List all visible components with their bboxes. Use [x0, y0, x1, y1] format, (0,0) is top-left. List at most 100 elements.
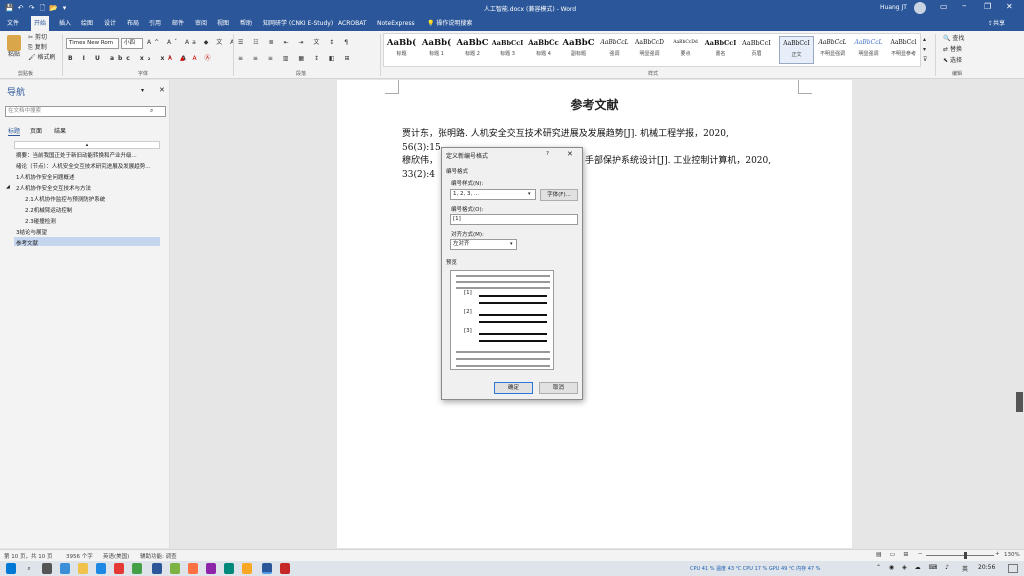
style-intense-emphasis-2[interactable]: AaBbCcL 明显强调 [851, 36, 886, 64]
style-book-title[interactable]: AaBbCcI 書名 [703, 36, 738, 64]
save-icon[interactable]: 💾 [4, 0, 15, 16]
nav-close-icon[interactable]: ✕ [159, 86, 165, 94]
tab-noteexpress[interactable]: NoteExpress [374, 16, 418, 31]
undo-icon[interactable]: ↶ [15, 0, 26, 16]
app-icon[interactable] [188, 563, 198, 574]
search-icon[interactable]: ⌕ [24, 563, 34, 574]
style-heading4[interactable]: AaBbCc 标题 4 [526, 36, 561, 64]
alignment-select[interactable]: 左对齐 [450, 239, 517, 250]
nav-heading-item[interactable]: 1人机协作安全问题概述 [16, 173, 75, 181]
close-icon[interactable]: ✕ [1006, 2, 1013, 11]
folder-icon[interactable] [78, 563, 88, 574]
app-icon[interactable] [170, 563, 180, 574]
vertical-scrollbar[interactable] [1015, 80, 1024, 548]
notification-icon[interactable] [1008, 564, 1018, 573]
nav-heading-item[interactable]: 摘要：当前我国正处于新旧动能转换和产业升级... [16, 151, 162, 159]
style-heading1[interactable]: AaBb(标题 1 [419, 36, 454, 64]
close-icon[interactable]: ✕ [567, 150, 573, 158]
redo-icon[interactable]: ↷ [26, 0, 37, 16]
nav-subheading-item[interactable]: 2.1人机协作监控与预测防护系统 [25, 195, 105, 203]
tab-mailings[interactable]: 邮件 [169, 16, 187, 31]
copy-button[interactable]: ⎘ 复制 [28, 44, 47, 52]
nav-heading-item[interactable]: 2人机协作安全交互技术与方法 [16, 184, 91, 192]
style-subtle-emphasis[interactable]: AaBbCcL 不明显强调 [815, 36, 850, 64]
style-strong[interactable]: AaBbCcDd 要点 [668, 36, 703, 64]
start-icon[interactable] [6, 563, 16, 574]
nav-tab-results[interactable]: 结果 [54, 126, 66, 135]
nav-collapse-bar[interactable]: ▴ [14, 141, 160, 149]
minimize-icon[interactable]: – [962, 1, 967, 11]
user-name[interactable]: Huang JT [880, 4, 907, 11]
tray-icons[interactable]: ⌃ ◉ ◈ ☁ ⌨ ♪ [876, 564, 952, 571]
tab-review[interactable]: 审阅 [192, 16, 210, 31]
zoom-slider[interactable] [926, 555, 994, 556]
style-subtle-reference[interactable]: AaBbCcl 不明显参考 [886, 36, 921, 64]
new-doc-icon[interactable]: 🗋 [37, 0, 48, 16]
zoom-slider-thumb[interactable] [964, 552, 967, 559]
nav-subheading-item[interactable]: 2.2机械臂运动控制 [25, 206, 72, 214]
maximize-icon[interactable]: ❐ [984, 2, 991, 11]
tab-draw[interactable]: 绘图 [78, 16, 96, 31]
open-icon[interactable]: 📂 [48, 0, 59, 16]
number-format-input[interactable]: [1] [450, 214, 578, 225]
edge-icon[interactable] [96, 563, 106, 574]
app-icon[interactable] [280, 563, 290, 574]
word-taskbar-icon[interactable] [262, 563, 272, 574]
style-normal[interactable]: AaBbCcI 正文 [779, 36, 814, 64]
zoom-out-icon[interactable]: − [918, 551, 923, 557]
style-title[interactable]: AaBb(标题 [384, 36, 419, 64]
alignment-buttons[interactable]: ≡ ≡ ≡ ▥ ▦ ↕ ◧ ⊞ [238, 55, 354, 63]
tab-file[interactable]: 文件 [4, 16, 22, 31]
language[interactable]: 英语(美国) [103, 552, 129, 560]
replace-button[interactable]: ⇄ 替换 [943, 46, 962, 54]
nav-options-icon[interactable]: ▾ [141, 87, 144, 94]
collapse-triangle-icon[interactable]: ◢ [6, 184, 10, 190]
share-button[interactable]: ⇪共享 [985, 16, 1008, 31]
page-count[interactable]: 第 10 页，共 10 页 [4, 552, 53, 560]
font-size-buttons[interactable]: A^ Aˇ Aa ◆ 文 A [147, 39, 237, 47]
cancel-button[interactable]: 取消 [539, 382, 578, 394]
style-intense-emphasis[interactable]: AaBbCcD 明显强调 [632, 36, 667, 64]
nav-heading-item[interactable]: 绪论（节点）：人机安全交互技术研究进展及发展趋势... [16, 162, 162, 170]
accessibility[interactable]: 辅助功能: 调查 [140, 552, 177, 560]
search-icon[interactable]: ⌕ [150, 107, 153, 115]
font-size-select[interactable]: 小四 [121, 38, 143, 49]
help-icon[interactable]: ? [546, 151, 549, 157]
word-count[interactable]: 3956 个字 [66, 552, 93, 560]
tab-insert[interactable]: 插入 [56, 16, 74, 31]
app-icon[interactable] [132, 563, 142, 574]
style-header[interactable]: AaBbCcI 页眉 [739, 36, 774, 64]
style-heading3[interactable]: AaBbCcI 标题 3 [490, 36, 525, 64]
zoom-in-icon[interactable]: + [995, 551, 1000, 557]
input-language[interactable]: 英 [962, 564, 968, 573]
select-button[interactable]: ⬉ 选择 [943, 57, 962, 65]
tab-acrobat[interactable]: ACROBAT [335, 16, 370, 31]
style-emphasis[interactable]: AaBbCcL 强调 [597, 36, 632, 64]
paste-button[interactable]: 粘贴 [5, 35, 23, 59]
find-button[interactable]: 🔍 查找 [943, 35, 964, 43]
tab-home[interactable]: 开始 [31, 16, 50, 31]
app-icon[interactable] [242, 563, 252, 574]
task-view-icon[interactable] [42, 563, 52, 574]
style-heading2[interactable]: AaBbC 标题 2 [455, 36, 490, 64]
font-button[interactable]: 字体(F)... [540, 189, 578, 201]
style-subtitle[interactable]: AaBbC 副标题 [561, 36, 596, 64]
clock[interactable]: 20:56 [978, 564, 995, 571]
nav-heading-item[interactable]: 3结论与展望 [16, 228, 47, 236]
app-icon[interactable] [152, 563, 162, 574]
nav-tab-headings[interactable]: 标题 [8, 126, 21, 136]
nav-tab-pages[interactable]: 页面 [30, 126, 42, 135]
nav-heading-item-selected[interactable]: 参考文献 [16, 239, 38, 247]
view-buttons[interactable]: ▤▭⊞ [876, 551, 916, 558]
tab-view[interactable]: 视图 [214, 16, 232, 31]
tab-layout[interactable]: 布局 [124, 16, 142, 31]
tab-help[interactable]: 帮助 [237, 16, 255, 31]
avatar[interactable] [914, 2, 926, 14]
nav-search-input[interactable]: 在文档中搜索 [5, 106, 166, 117]
app-icon[interactable] [206, 563, 216, 574]
tab-references[interactable]: 引用 [146, 16, 164, 31]
chrome-icon[interactable] [114, 563, 124, 574]
app-icon[interactable] [224, 563, 234, 574]
document-page[interactable]: 参考文献 贾计东，张明路. 人机安全交互技术研究进展及发展趋势[J]. 机械工程… [337, 80, 852, 548]
scrollbar-thumb[interactable] [1016, 392, 1023, 412]
